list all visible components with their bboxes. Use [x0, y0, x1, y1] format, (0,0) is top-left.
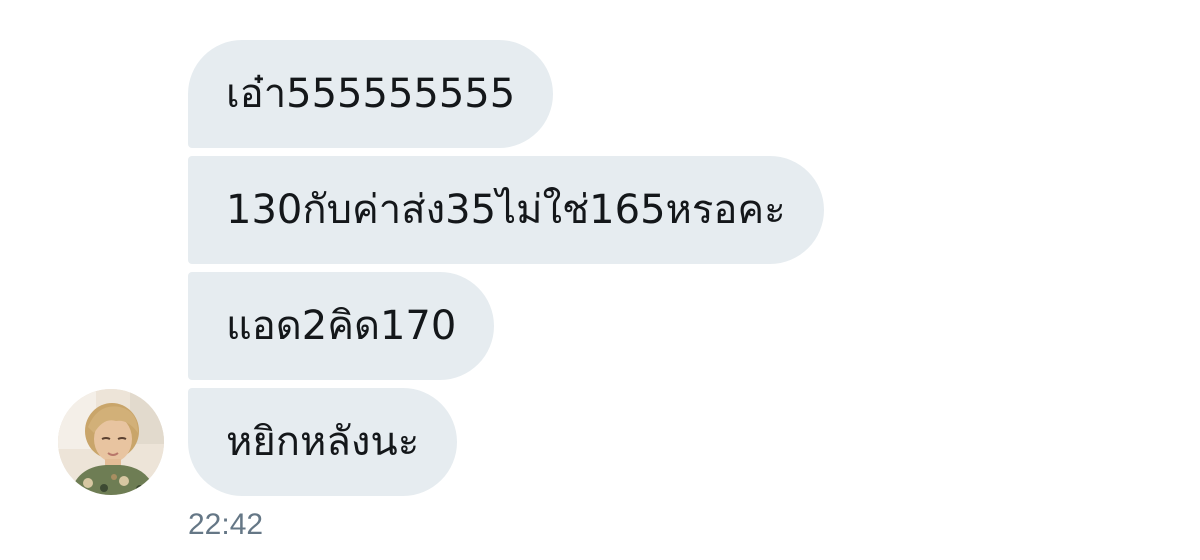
message-text: 130กับค่าส่ง35ไม่ใช่165หรอคะ [226, 187, 786, 233]
message-thread: เอ๋า555555555 130กับค่าส่ง35ไม่ใช่165หรอ… [0, 0, 1200, 560]
profile-photo-icon [58, 389, 164, 495]
message-timestamp: 22:42 [188, 508, 264, 541]
message-bubble[interactable]: เอ๋า555555555 [188, 40, 554, 148]
avatar[interactable] [58, 389, 164, 495]
message-text: เอ๋า555555555 [226, 71, 516, 117]
message-text: หยิกหลังนะ [226, 419, 420, 465]
message-bubble[interactable]: 130กับค่าส่ง35ไม่ใช่165หรอคะ [188, 156, 824, 264]
message-bubble[interactable]: แอด2คิด170 [188, 272, 495, 380]
message-text: แอด2คิด170 [226, 303, 457, 349]
message-bubble[interactable]: หยิกหลังนะ [188, 388, 458, 496]
